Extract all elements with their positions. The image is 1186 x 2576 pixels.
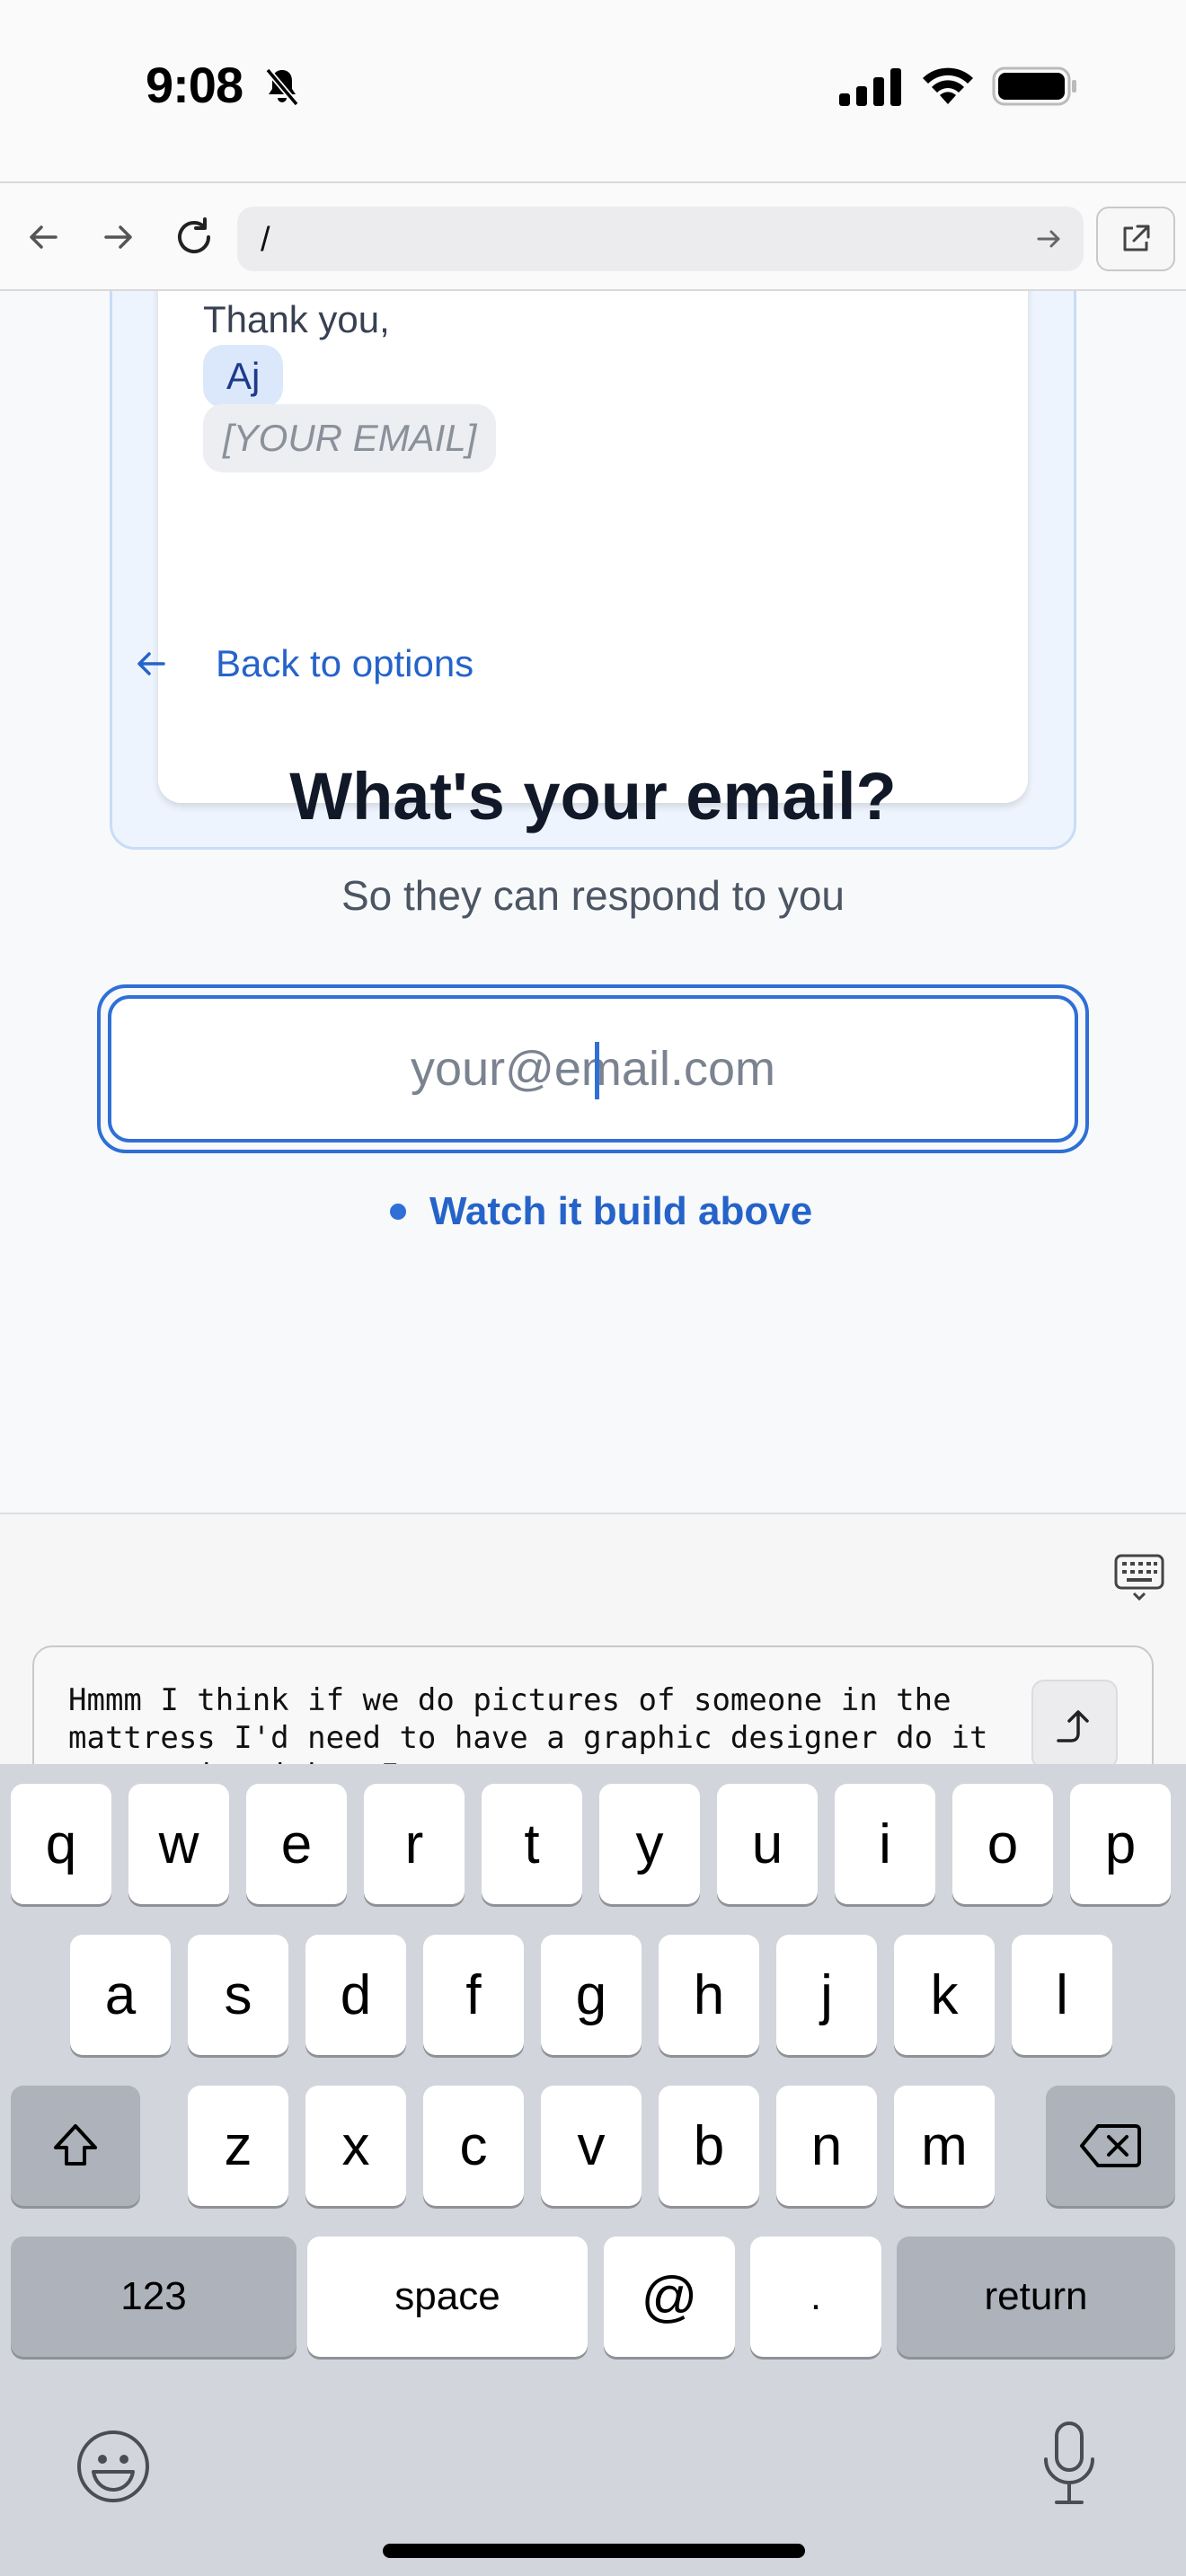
forward-button[interactable] — [93, 212, 144, 262]
back-to-options-label: Back to options — [216, 642, 474, 684]
key-a[interactable]: a — [70, 1935, 171, 2055]
preview-name-chip: Aj — [203, 345, 284, 408]
preview-email-chip: [YOUR EMAIL] — [203, 404, 497, 472]
external-link-icon — [1123, 225, 1150, 251]
page-content: Thank you, Aj [YOUR EMAIL] Back to optio… — [0, 291, 1186, 1513]
space-key[interactable]: space — [307, 2236, 588, 2357]
key-h[interactable]: h — [659, 1935, 759, 2055]
numbers-key[interactable]: 123 — [11, 2236, 296, 2357]
key-s[interactable]: s — [188, 1935, 288, 2055]
arrow-left-icon — [137, 652, 165, 675]
bell-slash-icon — [265, 67, 299, 107]
key-p[interactable]: p — [1070, 1784, 1171, 1904]
page-title: What's your email? — [289, 759, 897, 834]
cellular-signal-icon — [839, 68, 901, 106]
key-y[interactable]: y — [599, 1784, 700, 1904]
key-j[interactable]: j — [776, 1935, 877, 2055]
wifi-icon — [923, 67, 973, 104]
key-n[interactable]: n — [776, 2086, 877, 2206]
key-e[interactable]: e — [246, 1784, 347, 1904]
arrow-left-icon — [30, 225, 58, 249]
home-indicator[interactable] — [383, 2544, 805, 2558]
send-button[interactable] — [1031, 1680, 1118, 1769]
key-r[interactable]: r — [364, 1784, 465, 1904]
reload-icon — [178, 217, 210, 253]
key-t[interactable]: t — [482, 1784, 582, 1904]
key-w[interactable]: w — [128, 1784, 229, 1904]
key-l[interactable]: l — [1012, 1935, 1112, 2055]
key-k[interactable]: k — [894, 1935, 995, 2055]
email-input[interactable] — [108, 995, 1078, 1142]
send-arrow-icon — [1057, 1710, 1089, 1742]
emoji-icon[interactable] — [75, 2429, 151, 2504]
key-f[interactable]: f — [423, 1935, 524, 2055]
hint-dot — [390, 1204, 406, 1220]
preview-closing: Thank you, — [203, 298, 390, 340]
dot-key[interactable]: . — [750, 2236, 881, 2357]
go-arrow-icon[interactable] — [1030, 219, 1069, 259]
key-u[interactable]: u — [717, 1784, 818, 1904]
key-i[interactable]: i — [835, 1784, 935, 1904]
back-to-options-link[interactable]: Back to options — [133, 632, 474, 695]
status-bar: 9:08 — [0, 0, 1186, 181]
browser-toolbar: / — [0, 181, 1186, 291]
back-button[interactable] — [18, 212, 68, 262]
key-q[interactable]: q — [11, 1784, 111, 1904]
key-z[interactable]: z — [188, 2086, 288, 2206]
email-preview-card — [158, 291, 1028, 803]
shift-key[interactable] — [11, 2086, 140, 2206]
arrow-right-icon — [104, 225, 132, 249]
shift-arrow-icon — [54, 2124, 97, 2166]
key-d[interactable]: d — [305, 1935, 406, 2055]
text-caret — [595, 1042, 599, 1099]
page-subtitle: So they can respond to you — [341, 872, 845, 919]
key-c[interactable]: c — [423, 2086, 524, 2206]
status-time: 9:08 — [146, 57, 243, 113]
chat-composer: Hmmm I think if we do pictures of someon… — [0, 1513, 1186, 1794]
url-bar[interactable]: / — [237, 207, 1084, 271]
key-b[interactable]: b — [659, 2086, 759, 2206]
key-x[interactable]: x — [305, 2086, 406, 2206]
key-g[interactable]: g — [541, 1935, 642, 2055]
key-m[interactable]: m — [894, 2086, 995, 2206]
microphone-icon[interactable] — [1037, 2420, 1102, 2510]
build-hint: Watch it build above — [390, 1189, 812, 1234]
email-field-focus-ring — [97, 984, 1089, 1153]
reload-button[interactable] — [169, 212, 219, 262]
onscreen-keyboard: q w e r t y u i o p a s d f g h j k l z … — [0, 1764, 1186, 2576]
backspace-icon — [1080, 2124, 1141, 2167]
delete-key[interactable] — [1046, 2086, 1175, 2206]
key-o[interactable]: o — [952, 1784, 1053, 1904]
return-key[interactable]: return — [897, 2236, 1175, 2357]
key-v[interactable]: v — [541, 2086, 642, 2206]
open-external-button[interactable] — [1096, 207, 1175, 271]
at-key[interactable]: @ — [604, 2236, 735, 2357]
url-text: / — [261, 221, 270, 259]
hint-label: Watch it build above — [429, 1189, 813, 1233]
battery-icon — [992, 66, 1076, 106]
keyboard-icon[interactable] — [1114, 1554, 1164, 1601]
